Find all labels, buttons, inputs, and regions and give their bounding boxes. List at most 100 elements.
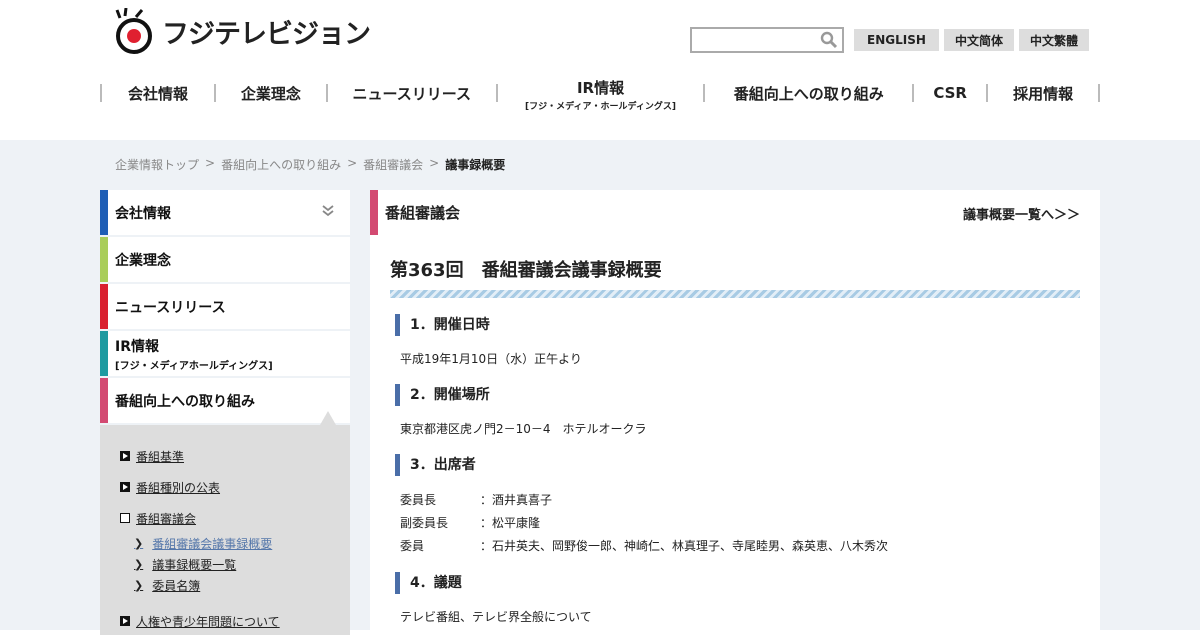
lang-zh-simplified-button[interactable]: 中文简体 [944, 29, 1014, 51]
logo-text: フジテレビジョン [162, 18, 371, 50]
sidebar-item-company-info[interactable]: 会社情報 [100, 190, 350, 235]
section-color-bar [370, 190, 378, 235]
chevron-right-icon: ❯ [134, 579, 144, 592]
nav-label: CSR [933, 84, 967, 102]
site-header: フジテレビジョン ENGLISH 中文简体 中文繁體 会社情報 企業理念 ニュー… [0, 0, 1200, 140]
breadcrumb-link[interactable]: 番組審議会 [363, 156, 423, 173]
nav-label: 採用情報 [1013, 84, 1074, 103]
breadcrumb-link[interactable]: 企業情報トップ [115, 156, 199, 173]
breadcrumb-separator: > [205, 156, 216, 170]
sidebar-item-label: IR情報 [115, 338, 159, 355]
submenu-label: 番組基準 [136, 449, 185, 464]
attendee-names: 松平康隆 [492, 516, 541, 530]
sidebar-color-bar [100, 284, 108, 329]
sidebar-color-bar [100, 378, 108, 423]
lang-zh-traditional-button[interactable]: 中文繁體 [1019, 29, 1089, 51]
chevron-right-icon: ❯ [134, 558, 144, 571]
logo[interactable]: フジテレビジョン [114, 7, 371, 54]
section-title-attendees: 3．出席者 [395, 454, 476, 476]
page-title: 第363回 番組審議会議事録概要 [390, 260, 662, 281]
breadcrumb-separator: > [429, 156, 440, 170]
lang-english-button[interactable]: ENGLISH [854, 29, 939, 51]
breadcrumb-separator: > [347, 156, 358, 170]
submenu-label: 議事録概要一覧 [152, 558, 237, 572]
sidebar-item-label: 会社情報 [115, 205, 171, 222]
nav-philosophy[interactable]: 企業理念 [216, 80, 326, 106]
attendee-row: 委員長 ： 酒井真喜子 [400, 491, 552, 508]
submenu-notch [320, 411, 336, 425]
submenu-item-member-list[interactable]: ❯ 委員名簿 [100, 575, 350, 596]
sidebar: 会社情報 企業理念 ニュースリリース IR情報 [フジ・メディアホールディングス… [100, 190, 350, 635]
sidebar-item-label: 企業理念 [115, 252, 171, 269]
nav-sublabel: [フジ・メディア・ホールディングス] [525, 101, 676, 112]
section-text-venue: 東京都港区虎ノ門2－10－4 ホテルオークラ [400, 422, 647, 436]
sidebar-color-bar [100, 190, 108, 235]
nav-recruit[interactable]: 採用情報 [988, 80, 1098, 106]
search-icon[interactable] [820, 31, 838, 53]
sidebar-color-bar [100, 237, 108, 282]
breadcrumb: 企業情報トップ > 番組向上への取り組み > 番組審議会 > 議事録概要 [115, 156, 505, 173]
nav-label: IR情報 [576, 78, 625, 97]
breadcrumb-link[interactable]: 番組向上への取り組み [221, 156, 341, 173]
attendee-role: 委員長 [400, 493, 437, 507]
submenu-item-minutes-list[interactable]: ❯ 議事録概要一覧 [100, 554, 350, 575]
sidebar-submenu: 番組基準 番組種別の公表 番組審議会 ❯ 番組審議会議事録概要 ❯ 議事録概要一覧 … [100, 411, 350, 635]
attendee-names: 石井英夫、岡野俊一郎、神崎仁、林真理子、寺尾睦男、森英恵、八木秀次 [492, 539, 889, 553]
attendee-colon: ： [480, 493, 493, 507]
attendee-colon: ： [480, 516, 493, 530]
submenu-item-council-minutes[interactable]: ❯ 番組審議会議事録概要 [100, 533, 350, 554]
submenu-label: 人権や青少年問題について [136, 614, 280, 629]
sidebar-item-label: ニュースリリース [115, 299, 226, 316]
submenu-item-council[interactable]: 番組審議会 [100, 507, 350, 529]
attendee-row: 副委員長 ： 松平康隆 [400, 514, 540, 531]
nav-ir[interactable]: IR情報 [フジ・メディア・ホールディングス] [498, 79, 704, 112]
nav-csr[interactable]: CSR [914, 80, 986, 106]
nav-separator [1098, 84, 1101, 102]
submenu-item-program-standards[interactable]: 番組基準 [100, 445, 350, 467]
submenu-label: 委員名簿 [152, 579, 201, 593]
double-chevron-down-icon[interactable] [322, 205, 334, 221]
main-content: 番組審議会 議事概要一覧へ＞＞ 第363回 番組審議会議事録概要 1．開催日時 … [370, 190, 1100, 630]
title-stripe-divider [390, 290, 1080, 298]
attendee-row: 委員 ： 石井英夫、岡野俊一郎、神崎仁、林真理子、寺尾睦男、森英恵、八木秀次 [400, 537, 888, 554]
section-title-agenda: 4．議題 [395, 572, 462, 594]
section-header: 番組審議会 議事概要一覧へ＞＞ [370, 190, 1100, 235]
nav-label: ニュースリリース [352, 84, 471, 103]
nav-label: 企業理念 [240, 84, 301, 103]
global-nav: 会社情報 企業理念 ニュースリリース IR情報 [フジ・メディア・ホールディング… [100, 79, 1101, 112]
breadcrumb-current: 議事録概要 [445, 158, 506, 172]
submenu-item-human-rights[interactable]: 人権や青少年問題について [100, 610, 350, 632]
section-text-agenda: テレビ番組、テレビ界全般について [400, 610, 592, 624]
arrow-right-outline-icon [120, 513, 130, 523]
minutes-list-link[interactable]: 議事概要一覧へ＞＞ [963, 204, 1080, 223]
search-input[interactable] [690, 27, 844, 53]
nav-program-improvement[interactable]: 番組向上への取り組み [705, 80, 912, 106]
nav-label: 会社情報 [127, 84, 188, 103]
submenu-label: 番組審議会議事録概要 [152, 537, 273, 551]
arrow-right-icon [120, 616, 130, 626]
section-heading: 番組審議会 [385, 204, 461, 222]
submenu-label: 番組審議会 [136, 511, 197, 526]
submenu-label: 番組種別の公表 [136, 480, 221, 495]
attendee-names: 酒井真喜子 [492, 493, 553, 507]
sidebar-item-philosophy[interactable]: 企業理念 [100, 237, 350, 282]
section-title-venue: 2．開催場所 [395, 384, 490, 406]
chevron-right-icon: ❯ [134, 537, 144, 550]
attendee-role: 委員 [400, 539, 425, 553]
sidebar-item-label: 番組向上への取り組み [115, 393, 255, 410]
sidebar-item-news-release[interactable]: ニュースリリース [100, 284, 350, 329]
sidebar-color-bar [100, 331, 108, 376]
nav-news-release[interactable]: ニュースリリース [328, 80, 496, 106]
section-title-datetime: 1．開催日時 [395, 314, 490, 336]
attendee-colon: ： [480, 539, 493, 553]
attendee-role: 副委員長 [400, 516, 449, 530]
sidebar-item-ir[interactable]: IR情報 [フジ・メディアホールディングス] [100, 331, 350, 376]
section-text-datetime: 平成19年1月10日（水）正午より [400, 352, 582, 366]
arrow-right-icon [120, 482, 130, 492]
sidebar-item-program-improvement[interactable]: 番組向上への取り組み [100, 378, 350, 423]
nav-label: 番組向上への取り組み [733, 84, 884, 103]
submenu-item-program-types[interactable]: 番組種別の公表 [100, 476, 350, 498]
sidebar-item-sublabel: [フジ・メディアホールディングス] [115, 360, 273, 372]
logo-eye-icon [114, 7, 158, 54]
nav-company-info[interactable]: 会社情報 [102, 80, 214, 106]
